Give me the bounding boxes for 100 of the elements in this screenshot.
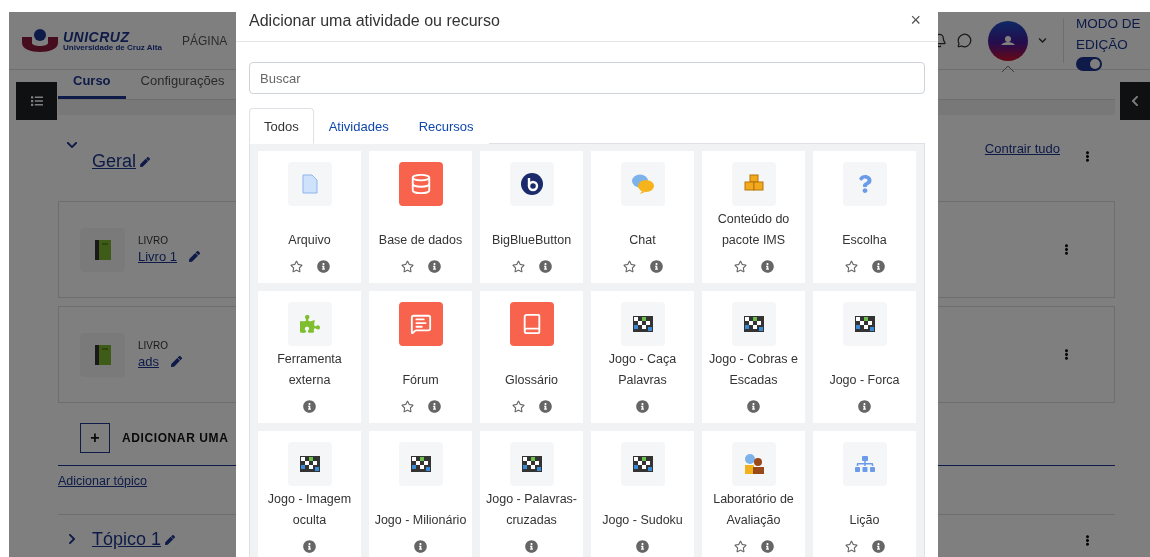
collapse-chevron-icon[interactable]	[66, 139, 78, 151]
edit-mode-label: MODO DE	[1076, 15, 1142, 33]
chevron-left-icon	[1129, 95, 1141, 107]
activity-option-card[interactable]: Laboratório de Avaliação	[702, 431, 805, 557]
info-icon[interactable]	[525, 539, 538, 553]
activity-option-label: Jogo - Sudoku	[602, 512, 683, 529]
activity-type: LIVRO	[138, 235, 169, 246]
activity-option-card[interactable]: Base de dados	[369, 151, 472, 283]
info-icon[interactable]	[636, 539, 649, 553]
info-icon[interactable]	[414, 539, 427, 553]
info-icon[interactable]	[760, 259, 774, 273]
star-icon[interactable]	[511, 259, 525, 273]
pencil-icon[interactable]	[165, 534, 176, 545]
activity-option-card[interactable]: Jogo - Imagem oculta	[258, 431, 361, 557]
activity-option-label: Glossário	[505, 372, 558, 389]
edit-mode-label: EDIÇÃO	[1076, 36, 1129, 54]
course-tab[interactable]: Configurações	[125, 70, 240, 99]
star-icon[interactable]	[733, 539, 747, 553]
info-icon[interactable]	[649, 259, 663, 273]
message-icon[interactable]	[957, 33, 972, 48]
pencil-icon[interactable]	[189, 251, 201, 262]
star-icon[interactable]	[400, 259, 414, 273]
book-icon	[80, 332, 125, 377]
book-icon	[80, 227, 125, 272]
info-icon[interactable]	[538, 399, 552, 413]
info-icon[interactable]	[427, 259, 441, 273]
star-icon[interactable]	[511, 399, 525, 413]
info-icon[interactable]	[871, 539, 885, 553]
activity-option-card[interactable]: Escolha	[813, 151, 916, 283]
activity-option-card[interactable]: Arquivo	[258, 151, 361, 283]
activity-option-card[interactable]: Jogo - Cobras e Escadas	[702, 291, 805, 423]
section-title-link[interactable]: Geral	[92, 151, 150, 172]
pencil-icon[interactable]	[140, 156, 150, 167]
activity-option-label: Lição	[849, 512, 880, 529]
activity-option-card[interactable]: Lição	[813, 431, 916, 557]
person-icon	[1000, 35, 1016, 46]
activity-option-card[interactable]: Conteúdo do pacote IMS	[702, 151, 805, 283]
add-activity-label[interactable]: ADICIONAR UMA	[122, 431, 229, 445]
checkerboard-icon	[299, 456, 320, 472]
info-icon[interactable]	[303, 539, 316, 553]
activity-option-card[interactable]: Fórum	[369, 291, 472, 423]
star-icon[interactable]	[733, 259, 747, 273]
info-icon[interactable]	[316, 259, 330, 273]
star-icon[interactable]	[844, 259, 858, 273]
checkerboard-icon	[854, 316, 875, 332]
activity-option-label: Jogo - Forca	[829, 372, 900, 389]
activity-option-card[interactable]: Jogo - Palavras-cruzadas	[480, 431, 583, 557]
caret-icon[interactable]	[1038, 36, 1047, 45]
activity-option-label: Jogo - Milionário	[374, 512, 467, 529]
checkerboard-icon	[632, 316, 653, 332]
block-drawer-button[interactable]	[1120, 82, 1150, 120]
activity-option-card[interactable]: Jogo - Caça Palavras	[591, 291, 694, 423]
info-icon[interactable]	[303, 399, 316, 413]
info-icon[interactable]	[871, 259, 885, 273]
info-icon[interactable]	[538, 259, 552, 273]
activity-option-card[interactable]: Jogo - Sudoku	[591, 431, 694, 557]
info-icon[interactable]	[858, 399, 871, 413]
section-title-link[interactable]: Tópico 1	[92, 529, 176, 550]
forum-icon	[409, 313, 432, 335]
activity-option-label: Jogo - Palavras-cruzadas	[485, 491, 578, 529]
activity-link[interactable]: ads	[138, 354, 182, 369]
activity-option-card[interactable]: BigBlueButton	[480, 151, 583, 283]
checkerboard-icon	[521, 456, 542, 472]
star-icon[interactable]	[289, 259, 303, 273]
add-activity-button[interactable]: +	[80, 423, 110, 453]
expand-chevron-icon[interactable]	[66, 533, 78, 545]
activity-option-card[interactable]: Chat	[591, 151, 694, 283]
activity-option-card[interactable]: Ferramenta externa	[258, 291, 361, 423]
university-logo[interactable]: UNICRUZ Universidade de Cruz Alta	[20, 28, 182, 53]
info-icon[interactable]	[747, 399, 760, 413]
activity-option-card[interactable]: Glossário	[480, 291, 583, 423]
pencil-icon[interactable]	[170, 356, 182, 367]
list-icon	[30, 95, 43, 107]
activity-link[interactable]: Livro 1	[138, 249, 201, 264]
sitemap-icon	[854, 454, 875, 474]
chooser-tab[interactable]: Todos	[249, 108, 314, 144]
course-index-button[interactable]	[16, 82, 57, 120]
file-icon	[301, 174, 318, 194]
activity-option-label: BigBlueButton	[491, 232, 572, 249]
activity-option-label: Jogo - Cobras e Escadas	[708, 351, 799, 389]
activity-option-label: Escolha	[842, 232, 887, 249]
info-icon[interactable]	[636, 399, 649, 413]
star-icon[interactable]	[400, 399, 414, 413]
activity-option-label: Arquivo	[288, 232, 331, 249]
activity-type: LIVRO	[138, 340, 169, 351]
search-field[interactable]: Buscar	[249, 62, 925, 94]
checkerboard-icon	[743, 316, 764, 332]
nav-link[interactable]: PÁGINA	[182, 33, 228, 48]
star-icon[interactable]	[844, 539, 858, 553]
activity-option-card[interactable]: Jogo - Milionário	[369, 431, 472, 557]
collapse-all-link[interactable]: Contrair tudo	[984, 141, 1060, 156]
info-icon[interactable]	[427, 399, 441, 413]
activity-option-label: Laboratório de Avaliação	[712, 491, 795, 529]
activity-option-label: Ferramenta externa	[276, 351, 343, 389]
activity-option-card[interactable]: Jogo - Forca	[813, 291, 916, 423]
star-icon[interactable]	[622, 259, 636, 273]
edit-mode-switch[interactable]	[1076, 57, 1102, 71]
info-icon[interactable]	[760, 539, 774, 553]
puzzle-icon	[299, 314, 320, 334]
close-button[interactable]: ×	[910, 10, 921, 31]
